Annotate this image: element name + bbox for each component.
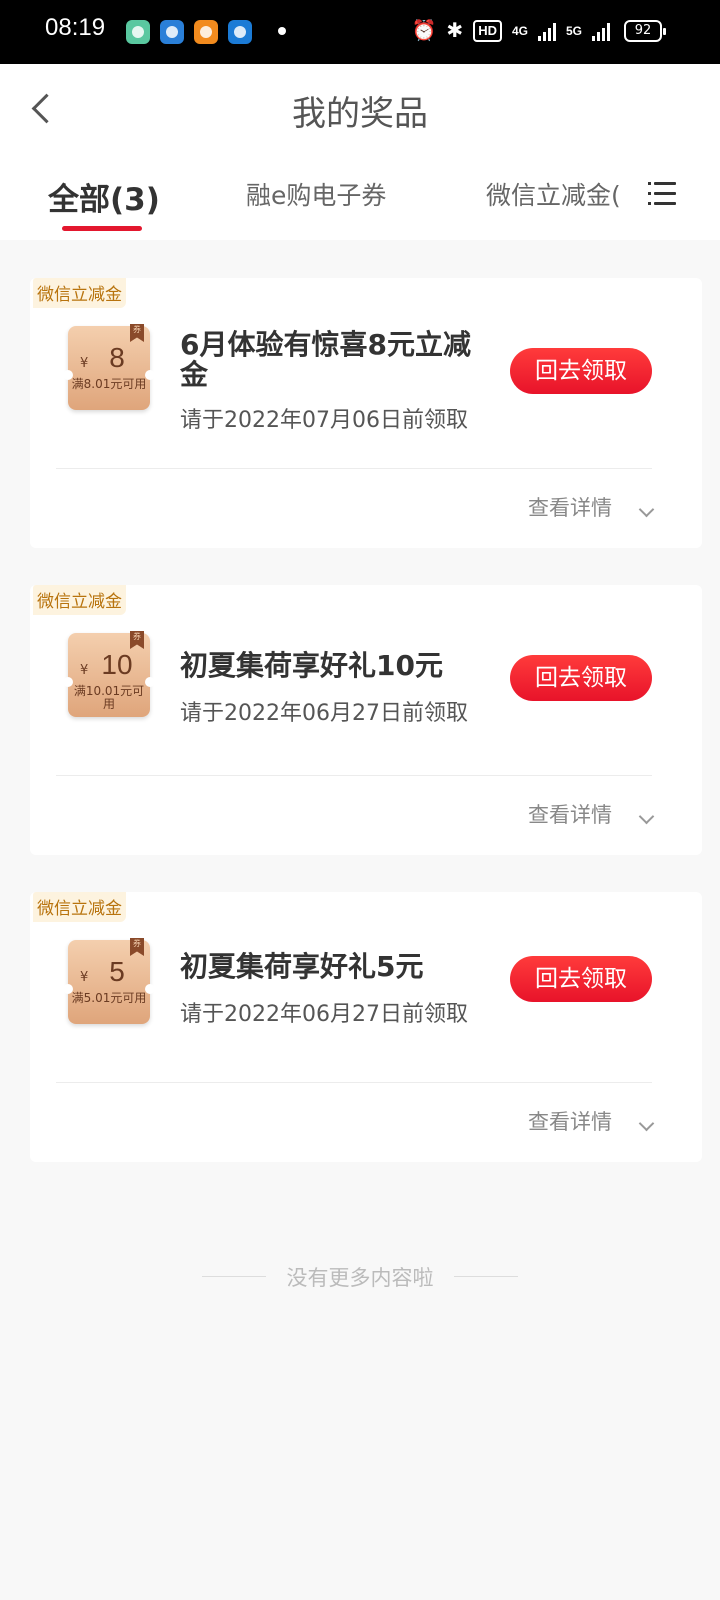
prize-title: 6月体验有惊喜8元立减金 xyxy=(180,328,471,391)
chevron-down-icon[interactable] xyxy=(638,501,655,518)
coupon-condition: 满8.01元可用 xyxy=(71,377,147,391)
notification-app-icon-1 xyxy=(126,20,150,44)
alarm-icon: ⏰ xyxy=(411,20,437,42)
coupon-icon: 券 ¥ 8 满8.01元可用 xyxy=(63,324,155,410)
card-tag: 微信立减金 xyxy=(33,585,126,615)
tab-rongegou-coupons[interactable]: 融e购电子券 xyxy=(246,176,386,212)
coupon-ribbon-icon: 券 xyxy=(130,631,144,649)
card-divider xyxy=(56,1082,652,1083)
card-tag: 微信立减金 xyxy=(33,892,126,922)
divider-line-right xyxy=(454,1276,518,1277)
network-type-2: 5G xyxy=(565,24,582,38)
no-more-content-text: 没有更多内容啦 xyxy=(286,1266,434,1290)
coupon-currency: ¥ xyxy=(80,663,89,678)
prize-card: 微信立减金 券 ¥ 5 满5.01元可用 初夏集荷享好礼5元 请于2022年06… xyxy=(30,892,702,1162)
coupon-condition: 满10.01元可用 xyxy=(73,684,145,711)
active-tab-indicator xyxy=(62,226,142,231)
signal-icon-1 xyxy=(537,21,556,41)
notification-app-icon-4 xyxy=(228,20,252,44)
status-indicators: ⏰ ✱ HD 4G 5G xyxy=(412,18,610,44)
claim-deadline: 请于2022年07月06日前领取 xyxy=(180,408,468,433)
list-menu-icon[interactable] xyxy=(648,182,676,206)
battery-level: 92 xyxy=(624,20,666,42)
coupon-icon: 券 ¥ 10 满10.01元可用 xyxy=(63,631,155,717)
network-type-1: 4G xyxy=(511,24,528,38)
coupon-ribbon-icon: 券 xyxy=(130,938,144,956)
notification-app-icon-3 xyxy=(194,20,218,44)
notification-app-icon-2 xyxy=(160,20,184,44)
tab-bar: 全部(3) 融e购电子券 微信立减金( xyxy=(0,154,720,240)
battery-icon: 92 xyxy=(624,20,666,42)
coupon-amount: 10 xyxy=(101,649,133,680)
claim-button[interactable]: 回去领取 xyxy=(510,348,652,394)
coupon-amount: 5 xyxy=(109,956,125,987)
more-notifications-dot-icon xyxy=(278,27,286,35)
view-details-link[interactable]: 查看详情 xyxy=(528,799,612,829)
card-divider xyxy=(56,468,652,469)
chevron-down-icon[interactable] xyxy=(638,808,655,825)
signal-icon-2 xyxy=(592,21,610,41)
claim-deadline: 请于2022年06月27日前领取 xyxy=(180,1002,468,1027)
hd-voice-icon: HD xyxy=(473,20,502,42)
coupon-condition: 满5.01元可用 xyxy=(71,991,147,1005)
tab-wechat-discount[interactable]: 微信立减金( xyxy=(486,176,626,212)
card-divider xyxy=(56,775,652,776)
chevron-down-icon[interactable] xyxy=(638,1115,655,1132)
page-title: 我的奖品 xyxy=(292,94,428,134)
prize-card: 微信立减金 券 ¥ 8 满8.01元可用 6月体验有惊喜8元立减金 请于2022… xyxy=(30,278,702,548)
page-header: 我的奖品 xyxy=(0,64,720,154)
bluetooth-icon: ✱ xyxy=(446,20,464,42)
prize-title: 初夏集荷享好礼10元 xyxy=(180,649,443,682)
tab-all[interactable]: 全部(3) xyxy=(48,174,160,219)
claim-button[interactable]: 回去领取 xyxy=(510,956,652,1002)
status-bar: 08:19 ⏰ ✱ HD 4G 5G 92 xyxy=(0,0,720,64)
coupon-currency: ¥ xyxy=(80,356,89,371)
view-details-link[interactable]: 查看详情 xyxy=(528,492,612,522)
card-tag: 微信立减金 xyxy=(33,278,126,308)
tab-wechat-discount-label: 微信立减金( xyxy=(486,181,621,210)
claim-button[interactable]: 回去领取 xyxy=(510,655,652,701)
coupon-amount: 8 xyxy=(109,342,125,373)
claim-deadline: 请于2022年06月27日前领取 xyxy=(180,701,468,726)
prize-card: 微信立减金 券 ¥ 10 满10.01元可用 初夏集荷享好礼10元 请于2022… xyxy=(30,585,702,855)
view-details-link[interactable]: 查看详情 xyxy=(528,1106,612,1136)
prize-title: 初夏集荷享好礼5元 xyxy=(180,950,424,983)
status-time: 08:19 xyxy=(45,14,106,41)
coupon-currency: ¥ xyxy=(80,970,89,985)
coupon-icon: 券 ¥ 5 满5.01元可用 xyxy=(63,938,155,1024)
coupon-ribbon-icon: 券 xyxy=(130,324,144,342)
